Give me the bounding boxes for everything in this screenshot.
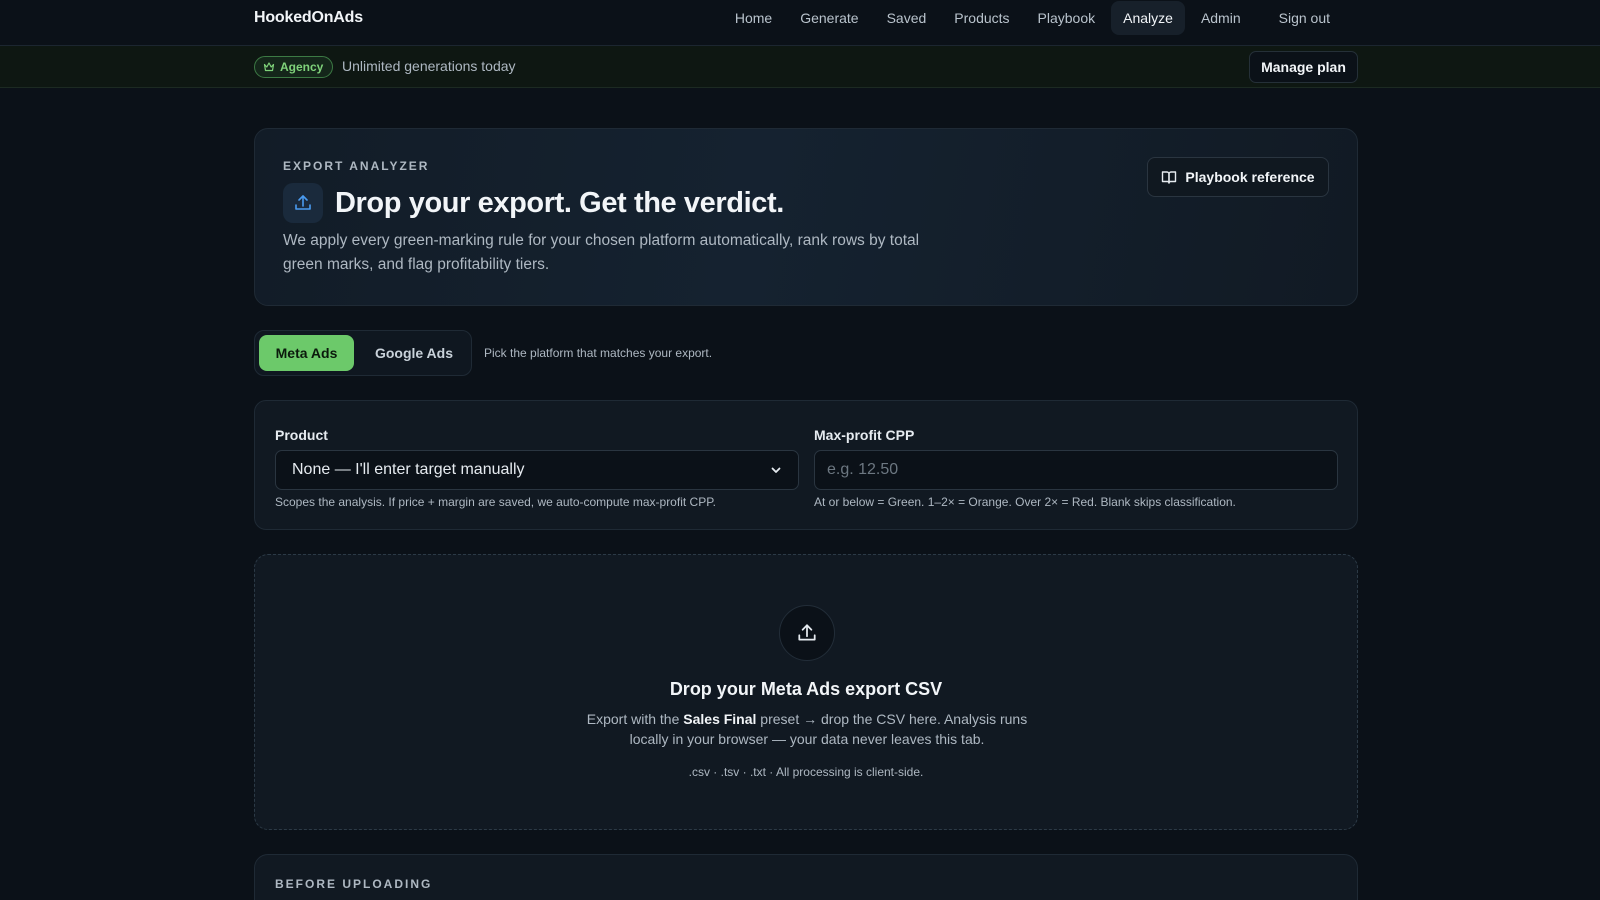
product-help: Scopes the analysis. If price + margin a… — [275, 495, 716, 509]
manage-plan-button[interactable]: Manage plan — [1249, 51, 1358, 83]
upload-icon — [283, 183, 323, 223]
top-nav: HookedOnAds Home Generate Saved Products… — [0, 0, 1600, 46]
playbook-reference-button[interactable]: Playbook reference — [1147, 157, 1329, 197]
hero-card: EXPORT ANALYZER Drop your export. Get th… — [254, 128, 1358, 306]
crown-icon — [263, 62, 275, 72]
product-label: Product — [275, 427, 328, 443]
nav-products[interactable]: Products — [942, 1, 1021, 35]
platform-hint: Pick the platform that matches your expo… — [484, 346, 713, 360]
book-icon — [1162, 171, 1177, 184]
dropzone-preset-name: Sales Final — [683, 711, 757, 727]
product-select[interactable]: None — I'll enter target manually — [275, 450, 799, 490]
platform-tabs: Meta Ads Google Ads — [254, 330, 472, 376]
tab-google-ads[interactable]: Google Ads — [361, 335, 467, 371]
dropzone-formats: .csv · .tsv · .txt · All processing is c… — [688, 765, 924, 779]
settings-card: Product None — I'll enter target manuall… — [254, 400, 1358, 530]
nav-links: Home Generate Saved Products Playbook An… — [723, 0, 1342, 36]
nav-admin[interactable]: Admin — [1189, 1, 1253, 35]
max-profit-cpp-input[interactable] — [814, 450, 1338, 490]
nav-playbook[interactable]: Playbook — [1026, 1, 1108, 35]
cpp-label: Max-profit CPP — [814, 427, 915, 443]
nav-analyze[interactable]: Analyze — [1111, 1, 1185, 35]
chevron-down-icon — [771, 467, 781, 473]
upload-icon — [779, 605, 835, 661]
dropzone-desc-prefix: Export with the — [586, 711, 684, 727]
plan-badge: Agency — [254, 56, 334, 78]
nav-saved[interactable]: Saved — [875, 1, 939, 35]
page-title: Drop your export. Get the verdict. — [335, 187, 784, 219]
dropzone-title: Drop your Meta Ads export CSV — [669, 679, 943, 699]
dropzone-description: Export with the Sales Final preset → dro… — [577, 709, 1037, 749]
nav-home[interactable]: Home — [723, 1, 784, 35]
cpp-help: At or below = Green. 1–2× = Orange. Over… — [814, 495, 1236, 509]
page-description: We apply every green-marking rule for yo… — [283, 232, 920, 273]
nav-generate[interactable]: Generate — [788, 1, 870, 35]
plan-badge-label: Agency — [280, 60, 324, 74]
playbook-reference-label: Playbook reference — [1185, 169, 1315, 185]
before-uploading-card: BEFORE UPLOADING — [254, 854, 1358, 900]
plan-status: Unlimited generations today — [342, 58, 516, 74]
page-eyebrow: EXPORT ANALYZER — [283, 159, 430, 173]
product-select-value: None — I'll enter target manually — [292, 461, 525, 478]
tab-meta-ads[interactable]: Meta Ads — [259, 335, 354, 371]
plan-bar: Agency Unlimited generations today Manag… — [0, 46, 1600, 88]
brand-logo[interactable]: HookedOnAds — [254, 9, 363, 27]
csv-dropzone[interactable]: Drop your Meta Ads export CSV Export wit… — [254, 554, 1358, 830]
before-uploading-title: BEFORE UPLOADING — [275, 877, 433, 891]
nav-sign-out[interactable]: Sign out — [1267, 1, 1342, 35]
